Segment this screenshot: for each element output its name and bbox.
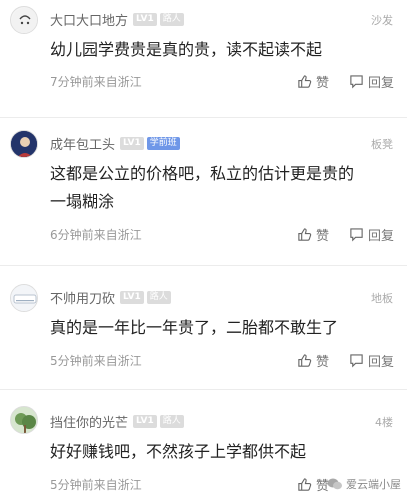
comment-meta: 6分钟前来自浙江 (50, 228, 142, 242)
like-label: 赞 (316, 355, 330, 370)
like-label: 赞 (316, 229, 330, 244)
level-badge: LV1 (120, 290, 144, 304)
comment-text: 好好赚钱吧，不然孩子上学都供不起 (50, 442, 307, 461)
like-button[interactable]: 赞 (297, 225, 329, 244)
username[interactable]: 挡住你的光芒 (50, 412, 128, 431)
comment-text-line: 一塌糊涂 (50, 192, 115, 211)
reply-button[interactable]: 回复 (349, 225, 394, 244)
thumbs-up-icon (298, 354, 312, 367)
username[interactable]: 成年包工头 (50, 134, 115, 153)
thumbs-up-icon (298, 228, 312, 241)
comment-meta: 7分钟前来自浙江 (50, 75, 142, 89)
like-label: 赞 (316, 76, 330, 91)
comment-text: 这都是公立的价格吧，私立的估计更是贵的 一塌糊涂 (50, 160, 390, 216)
comment-text: 真的是一年比一年贵了，二胎都不敢生了 (50, 318, 339, 337)
comment-meta: 5分钟前来自浙江 (50, 354, 142, 368)
comment-text: 幼儿园学费贵是真的贵，读不起读不起 (50, 40, 323, 59)
reply-icon (350, 75, 363, 89)
wechat-icon (327, 478, 342, 490)
level-badge: LV1 (120, 136, 144, 150)
floor-label: 板凳 (371, 138, 393, 151)
watermark-text: 爱云端小屋 (346, 478, 401, 491)
reply-button[interactable]: 回复 (349, 351, 394, 370)
reply-icon (350, 354, 363, 368)
comment-item: 成年包工头 LV1 学前班 板凳 这都是公立的价格吧，私立的估计更是贵的 一塌糊… (0, 118, 407, 266)
username[interactable]: 大口大口地方 (50, 10, 128, 29)
like-button[interactable]: 赞 (297, 475, 329, 494)
comment-item: 不帅用刀砍 LV1 路人 地板 真的是一年比一年贵了，二胎都不敢生了 5分钟前来… (0, 266, 407, 390)
reply-button[interactable]: 回复 (349, 72, 394, 91)
like-button[interactable]: 赞 (297, 72, 329, 91)
comment-meta: 5分钟前来自浙江 (50, 478, 142, 492)
user-tag-badge: 路人 (159, 414, 184, 428)
watermark: 爱云端小屋 (327, 476, 401, 492)
floor-label: 地板 (371, 292, 393, 305)
comment-item: 大口大口地方 LV1 路人 沙发 幼儿园学费贵是真的贵，读不起读不起 7分钟前来… (0, 0, 407, 118)
reply-icon (350, 228, 363, 242)
avatar[interactable] (10, 406, 38, 434)
user-tag-badge: 学前班 (146, 136, 180, 150)
avatar[interactable] (10, 6, 38, 34)
avatar[interactable] (10, 130, 38, 158)
username[interactable]: 不帅用刀砍 (50, 288, 115, 307)
floor-label: 沙发 (371, 14, 393, 27)
level-badge: LV1 (133, 414, 157, 428)
reply-label: 回复 (368, 76, 395, 91)
avatar[interactable] (10, 284, 38, 312)
thumbs-up-icon (298, 75, 312, 88)
reply-label: 回复 (368, 355, 395, 370)
level-badge: LV1 (133, 12, 157, 26)
like-button[interactable]: 赞 (297, 351, 329, 370)
user-tag-badge: 路人 (159, 12, 184, 26)
user-tag-badge: 路人 (146, 290, 171, 304)
floor-label: 4楼 (375, 416, 393, 429)
reply-label: 回复 (368, 229, 395, 244)
thumbs-up-icon (298, 478, 312, 491)
comment-text-line: 这都是公立的价格吧，私立的估计更是贵的 (50, 164, 355, 183)
